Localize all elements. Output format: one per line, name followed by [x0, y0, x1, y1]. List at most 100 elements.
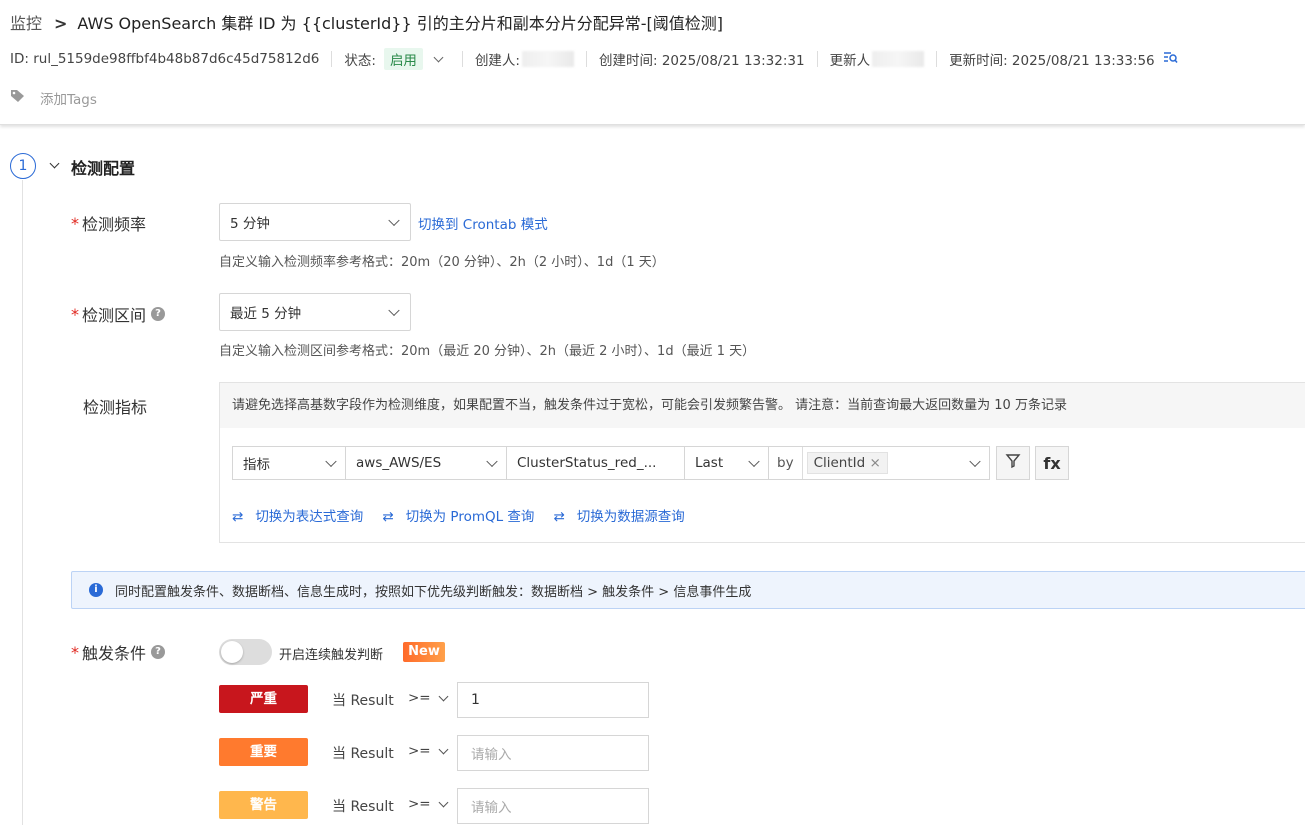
- divider: [816, 51, 818, 67]
- meta-bar: ID: rul_5159de98ffbf4b48b87d6c45d75812d6…: [10, 48, 1178, 70]
- add-tags-label: 添加Tags: [40, 92, 97, 108]
- section-collapse-chevron-icon[interactable]: [49, 158, 60, 169]
- filter-icon: [1005, 453, 1021, 473]
- priority-info-text: 同时配置触发条件、数据断档、信息生成时，按照如下优先级判断触发：数据断档 > 触…: [115, 584, 752, 600]
- status-badge[interactable]: 启用: [383, 48, 423, 70]
- updater-label: 更新人: [829, 53, 871, 69]
- condition-label: 当 Result: [332, 693, 394, 709]
- chevron-down-icon: [969, 455, 981, 468]
- step-number: 1: [10, 153, 36, 179]
- switch-promql-link[interactable]: ⇄ 切换为 PromQL 查询: [382, 505, 534, 525]
- level-important-badge: 重要: [219, 738, 308, 766]
- priority-info-alert: i 同时配置触发条件、数据断档、信息生成时，按照如下优先级判断触发：数据断档 >…: [71, 571, 1305, 609]
- chevron-down-icon: [748, 455, 760, 468]
- switch-datasource-link[interactable]: ⇄ 切换为数据源查询: [553, 505, 684, 525]
- switch-expression-link[interactable]: ⇄ 切换为表达式查询: [232, 505, 363, 525]
- query-mode-links: ⇄ 切换为表达式查询 ⇄ 切换为 PromQL 查询 ⇄ 切换为数据源查询: [232, 505, 704, 525]
- frequency-select[interactable]: 5 分钟: [219, 203, 411, 241]
- query-type-select[interactable]: 指标: [232, 446, 346, 480]
- required-mark: *: [71, 642, 79, 662]
- new-badge: New: [403, 642, 445, 662]
- remove-tag-icon[interactable]: ×: [870, 455, 881, 471]
- required-mark: *: [71, 213, 79, 233]
- namespace-value: aws_AWS/ES: [356, 455, 442, 471]
- condition-label: 当 Result: [332, 746, 394, 762]
- filter-button[interactable]: [996, 446, 1030, 480]
- divider: [586, 51, 587, 67]
- creator-name-redacted: [522, 51, 574, 67]
- frequency-label: * 检测频率: [71, 211, 146, 235]
- swap-icon: ⇄: [382, 509, 394, 525]
- status-label: 状态:: [344, 53, 376, 69]
- operator-select[interactable]: >=: [408, 743, 449, 759]
- interval-label-text: 检测区间: [82, 306, 147, 325]
- chevron-down-icon: [438, 797, 449, 807]
- chevron-down-icon: [325, 455, 337, 468]
- created-time: 创建时间: 2025/08/21 13:32:31: [599, 53, 805, 69]
- trigger-label: * 触发条件?: [71, 640, 166, 664]
- condition-label: 当 Result: [332, 799, 394, 815]
- interval-label: * 检测区间?: [71, 302, 166, 326]
- toggle-knob: [221, 641, 243, 663]
- breadcrumb: 监控 > AWS OpenSearch 集群 ID 为 {{clusterId}} …: [10, 10, 723, 34]
- tag-icon: [10, 89, 27, 107]
- section-title: 检测配置: [71, 159, 136, 178]
- group-tag-label: ClientId: [813, 455, 866, 471]
- breadcrumb-separator-icon: >: [54, 14, 68, 33]
- chevron-down-icon: [486, 455, 498, 468]
- page-title: AWS OpenSearch 集群 ID 为 {{clusterId}} 引的主…: [77, 14, 723, 33]
- swap-icon: ⇄: [553, 509, 565, 525]
- frequency-label-text: 检测频率: [82, 215, 147, 234]
- metric-label: 检测指标: [83, 398, 148, 417]
- important-threshold-input[interactable]: 请输入: [457, 735, 649, 771]
- page-header: 监控 > AWS OpenSearch 集群 ID 为 {{clusterId}} …: [0, 0, 1305, 125]
- level-critical-badge: 严重: [219, 685, 308, 713]
- group-by-select[interactable]: by ClientId ×: [768, 446, 990, 480]
- info-icon: i: [89, 583, 103, 597]
- aggregation-value: Last: [695, 455, 724, 471]
- metric-field-value: ClusterStatus_red_...: [517, 455, 657, 471]
- divider: [461, 51, 463, 67]
- metric-field-select[interactable]: ClusterStatus_red_...: [506, 446, 685, 480]
- creator-label: 创建人:: [474, 53, 520, 69]
- critical-threshold-input[interactable]: 1: [457, 682, 649, 718]
- help-icon[interactable]: ?: [151, 307, 166, 321]
- chevron-down-icon: [438, 691, 449, 701]
- rule-id: ID: rul_5159de98ffbf4b48b87d6c45d75812d6: [10, 51, 320, 67]
- metric-query-panel: 请避免选择高基数字段作为检测维度，如果配置不当，触发条件过于宽松，可能会引发频繁…: [219, 382, 1305, 543]
- switch-crontab-link[interactable]: 切换到 Crontab 模式: [418, 213, 548, 233]
- interval-value: 最近 5 分钟: [230, 306, 302, 322]
- breadcrumb-root[interactable]: 监控: [10, 14, 42, 33]
- level-warning-badge: 警告: [219, 791, 308, 819]
- aggregation-select[interactable]: Last: [684, 446, 769, 480]
- namespace-select[interactable]: aws_AWS/ES: [345, 446, 507, 480]
- frequency-value: 5 分钟: [230, 216, 270, 232]
- operator-select[interactable]: >=: [408, 796, 449, 812]
- updater-name-redacted: [872, 51, 925, 67]
- help-icon[interactable]: ?: [151, 645, 166, 659]
- interval-select[interactable]: 最近 5 分钟: [219, 293, 411, 331]
- operator-select[interactable]: >=: [408, 690, 449, 706]
- add-tags[interactable]: 添加Tags: [10, 88, 97, 108]
- updated-time: 更新时间: 2025/08/21 13:33:56: [949, 53, 1155, 69]
- trigger-label-text: 触发条件: [82, 644, 147, 663]
- by-label: by: [769, 447, 803, 479]
- divider: [936, 51, 938, 67]
- divider: [331, 51, 333, 67]
- interval-hint: 自定义输入检测区间参考格式：20m（最近 20 分钟）、2h（最近 2 小时）、…: [219, 344, 756, 359]
- group-tag: ClientId ×: [806, 452, 888, 474]
- continuous-trigger-label: 开启连续触发判断: [279, 648, 384, 663]
- step-connector: [22, 180, 23, 825]
- history-search-icon[interactable]: [1163, 51, 1178, 68]
- status-chevron-down-icon[interactable]: [433, 52, 444, 62]
- warning-threshold-input[interactable]: 请输入: [457, 788, 649, 824]
- chevron-down-icon: [388, 214, 400, 227]
- metric-warning: 请避免选择高基数字段作为检测维度，如果配置不当，触发条件过于宽松，可能会引发频繁…: [220, 383, 1305, 428]
- swap-icon: ⇄: [232, 509, 244, 525]
- query-row: 指标 aws_AWS/ES ClusterStatus_red_... Last…: [232, 446, 990, 480]
- chevron-down-icon: [388, 304, 400, 317]
- function-button[interactable]: fx: [1035, 446, 1069, 480]
- continuous-trigger-toggle[interactable]: [219, 639, 272, 665]
- query-type-value: 指标: [243, 457, 270, 473]
- required-mark: *: [71, 304, 79, 324]
